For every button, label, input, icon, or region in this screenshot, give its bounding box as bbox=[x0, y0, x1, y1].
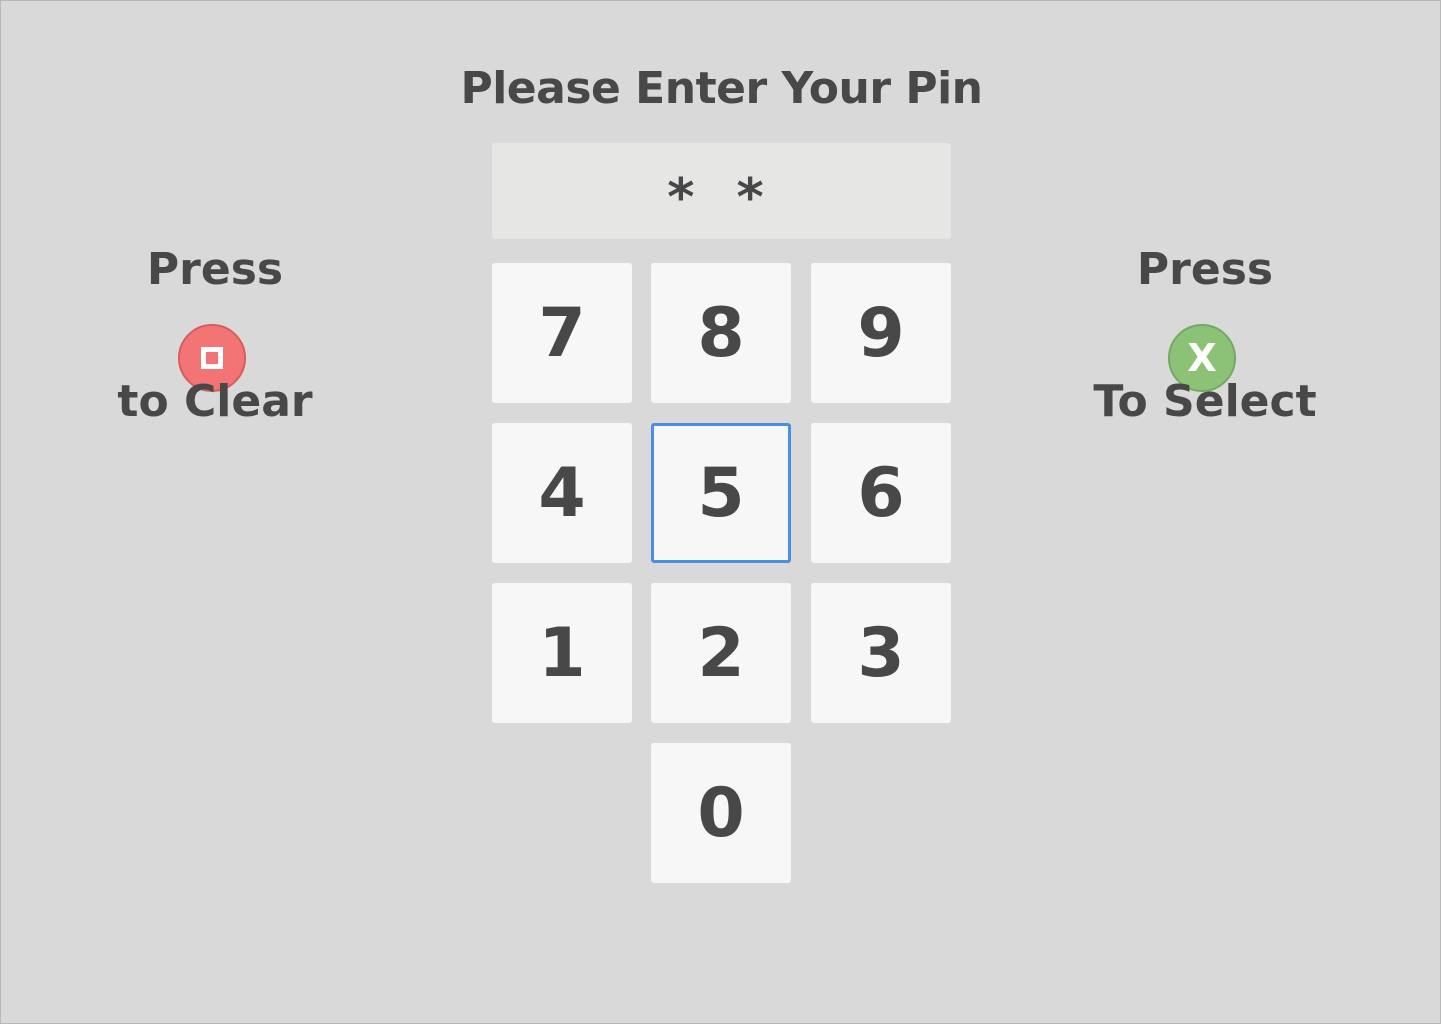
key-8[interactable]: 8 bbox=[651, 263, 791, 403]
clear-hint-action-label: to Clear bbox=[117, 376, 313, 427]
select-hint-press-label: Press bbox=[1136, 244, 1274, 295]
clear-hint-press-label: Press bbox=[146, 244, 284, 295]
key-5[interactable]: 5 bbox=[651, 423, 791, 563]
pin-display: * * bbox=[492, 143, 951, 239]
page-title: Please Enter Your Pin bbox=[460, 63, 983, 114]
key-3[interactable]: 3 bbox=[811, 583, 951, 723]
key-0[interactable]: 0 bbox=[651, 743, 791, 883]
select-hint-action-label: To Select bbox=[1093, 376, 1317, 427]
key-6[interactable]: 6 bbox=[811, 423, 951, 563]
key-9[interactable]: 9 bbox=[811, 263, 951, 403]
key-4[interactable]: 4 bbox=[492, 423, 632, 563]
key-1[interactable]: 1 bbox=[492, 583, 632, 723]
key-2[interactable]: 2 bbox=[651, 583, 791, 723]
key-7[interactable]: 7 bbox=[492, 263, 632, 403]
